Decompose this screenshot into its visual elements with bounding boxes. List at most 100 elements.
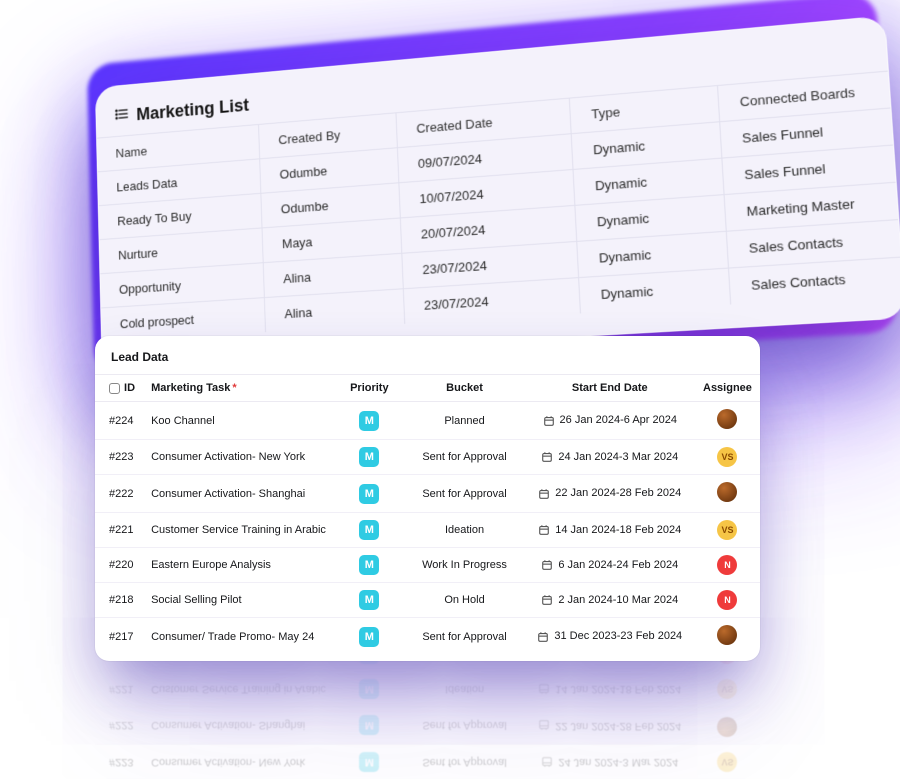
avatar: VS — [717, 520, 737, 540]
cell-date: 26 Jan 2024-6 Apr 2024 — [525, 402, 695, 440]
cell-priority: M — [334, 745, 404, 779]
cell-bucket: Planned — [404, 402, 524, 440]
lead-data-card: Lead Data ID Marketing Task* Priority Bu… — [95, 336, 760, 661]
cell-assignee[interactable]: VS — [695, 513, 760, 548]
calendar-icon — [538, 524, 550, 536]
cell-priority[interactable]: M — [334, 583, 404, 618]
priority-badge: M — [359, 752, 379, 772]
cell-date: 31 Dec 2023-23 Feb 2024 — [525, 618, 695, 656]
cell-priority[interactable]: M — [334, 475, 404, 513]
cell-assignee[interactable]: VS — [695, 440, 760, 475]
cell-date: 24 Jan 2024-3 Mar 2024 — [525, 745, 695, 779]
calendar-icon — [541, 756, 553, 768]
cell-id: #221 — [95, 513, 143, 548]
table-row: #222Consumer Activation- Shanghai M Sent f… — [95, 707, 760, 745]
cell-id: #224 — [95, 402, 143, 440]
avatar: VS — [717, 752, 737, 772]
col-header-priority[interactable]: Priority — [334, 375, 404, 402]
cell-bucket: Sent for Approval — [404, 707, 524, 745]
col-header-id[interactable]: ID — [95, 375, 143, 402]
cell-task[interactable]: Eastern Europe Analysis — [143, 548, 334, 583]
col-header-assignee[interactable]: Assignee — [695, 375, 760, 402]
calendar-icon — [543, 415, 555, 427]
cell-id: #217 — [95, 618, 143, 656]
avatar — [717, 482, 737, 502]
cell-assignee[interactable] — [695, 618, 760, 656]
table-row: #221Customer Service Training in Arabic M… — [95, 672, 760, 707]
cell-id: #220 — [95, 548, 143, 583]
cell-date: 2 Jan 2024-10 Mar 2024 — [525, 583, 695, 618]
priority-badge: M — [359, 679, 379, 699]
cell-bucket: Sent for Approval — [404, 475, 524, 513]
avatar: N — [717, 555, 737, 575]
table-header-row: ID Marketing Task* Priority Bucket Start… — [95, 375, 760, 402]
cell-task: Consumer Activation- New York — [143, 745, 334, 779]
calendar-icon — [541, 594, 553, 606]
calendar-icon — [538, 683, 550, 695]
cell-priority[interactable]: M — [334, 548, 404, 583]
cell-task: Customer Service Training in Arabic — [143, 672, 334, 707]
cell-id: #222 — [95, 707, 143, 745]
cell-bucket: Ideation — [404, 513, 524, 548]
cell-bucket: Sent for Approval — [404, 440, 524, 475]
table-row[interactable]: #223Consumer Activation- New York M Sent f… — [95, 440, 760, 475]
cell-date: 14 Jan 2024-18 Feb 2024 — [525, 513, 695, 548]
priority-badge: M — [359, 520, 379, 540]
priority-badge: M — [359, 590, 379, 610]
calendar-icon — [538, 719, 550, 731]
col-header-date[interactable]: Start End Date — [525, 375, 695, 402]
cell-task[interactable]: Consumer Activation- New York — [143, 440, 334, 475]
col-header-bucket[interactable]: Bucket — [404, 375, 524, 402]
cell-assignee: VS — [695, 745, 760, 779]
cell-id: #222 — [95, 475, 143, 513]
col-header-task[interactable]: Marketing Task* — [143, 375, 334, 402]
table-row[interactable]: #222Consumer Activation- Shanghai M Sent f… — [95, 475, 760, 513]
cell-assignee[interactable]: N — [695, 583, 760, 618]
table-row[interactable]: #224Koo ChannelMPlanned26 Jan 2024-6 Apr… — [95, 402, 760, 440]
cell-task[interactable]: Consumer Activation- Shanghai — [143, 475, 334, 513]
priority-badge: M — [359, 447, 379, 467]
cell-assignee[interactable] — [695, 402, 760, 440]
cell-date: 6 Jan 2024-24 Feb 2024 — [525, 548, 695, 583]
cell-priority[interactable]: M — [334, 513, 404, 548]
avatar: VS — [717, 679, 737, 699]
calendar-icon — [538, 488, 550, 500]
cell-task[interactable]: Social Selling Pilot — [143, 583, 334, 618]
cell-date: 14 Jan 2024-18 Feb 2024 — [525, 672, 695, 707]
card-title-text: Marketing List — [136, 95, 249, 125]
cell-date: 22 Jan 2024-28 Feb 2024 — [525, 475, 695, 513]
cell-task[interactable]: Koo Channel — [143, 402, 334, 440]
priority-badge: M — [359, 716, 379, 736]
cell-assignee — [695, 707, 760, 745]
table-row[interactable]: #220Eastern Europe AnalysisMWork In Prog… — [95, 548, 760, 583]
avatar — [717, 409, 737, 429]
cell-date: 24 Jan 2024-3 Mar 2024 — [525, 440, 695, 475]
cell-id: #223 — [95, 745, 143, 779]
priority-badge: M — [359, 555, 379, 575]
table-row[interactable]: #217Consumer/ Trade Promo- May 24MSent f… — [95, 618, 760, 656]
lead-data-table: ID Marketing Task* Priority Bucket Start… — [95, 374, 760, 655]
cell-assignee[interactable] — [695, 475, 760, 513]
cell-bucket: Sent for Approval — [404, 745, 524, 779]
cell-task[interactable]: Consumer/ Trade Promo- May 24 — [143, 618, 334, 656]
table-row[interactable]: #221Customer Service Training in Arabic M… — [95, 513, 760, 548]
cell-id: #223 — [95, 440, 143, 475]
cell-priority[interactable]: M — [334, 440, 404, 475]
cell-assignee[interactable]: N — [695, 548, 760, 583]
cell-date: 22 Jan 2024-28 Feb 2024 — [525, 707, 695, 745]
cell-assignee: VS — [695, 672, 760, 707]
cell-task: Consumer Activation- Shanghai — [143, 707, 334, 745]
cell-priority[interactable]: M — [334, 618, 404, 656]
avatar: N — [717, 590, 737, 610]
cell-id: #221 — [95, 672, 143, 707]
cell-bucket: Ideation — [404, 672, 524, 707]
priority-badge: M — [359, 484, 379, 504]
cell-bucket: On Hold — [404, 583, 524, 618]
lead-data-title: Lead Data — [95, 350, 760, 374]
cell-created-by: Alina — [264, 289, 404, 332]
cell-priority[interactable]: M — [334, 402, 404, 440]
select-all-checkbox[interactable] — [109, 383, 120, 394]
table-row[interactable]: #218Social Selling Pilot M On Hold2 Jan 20… — [95, 583, 760, 618]
cell-task[interactable]: Customer Service Training in Arabic — [143, 513, 334, 548]
cell-id: #218 — [95, 583, 143, 618]
